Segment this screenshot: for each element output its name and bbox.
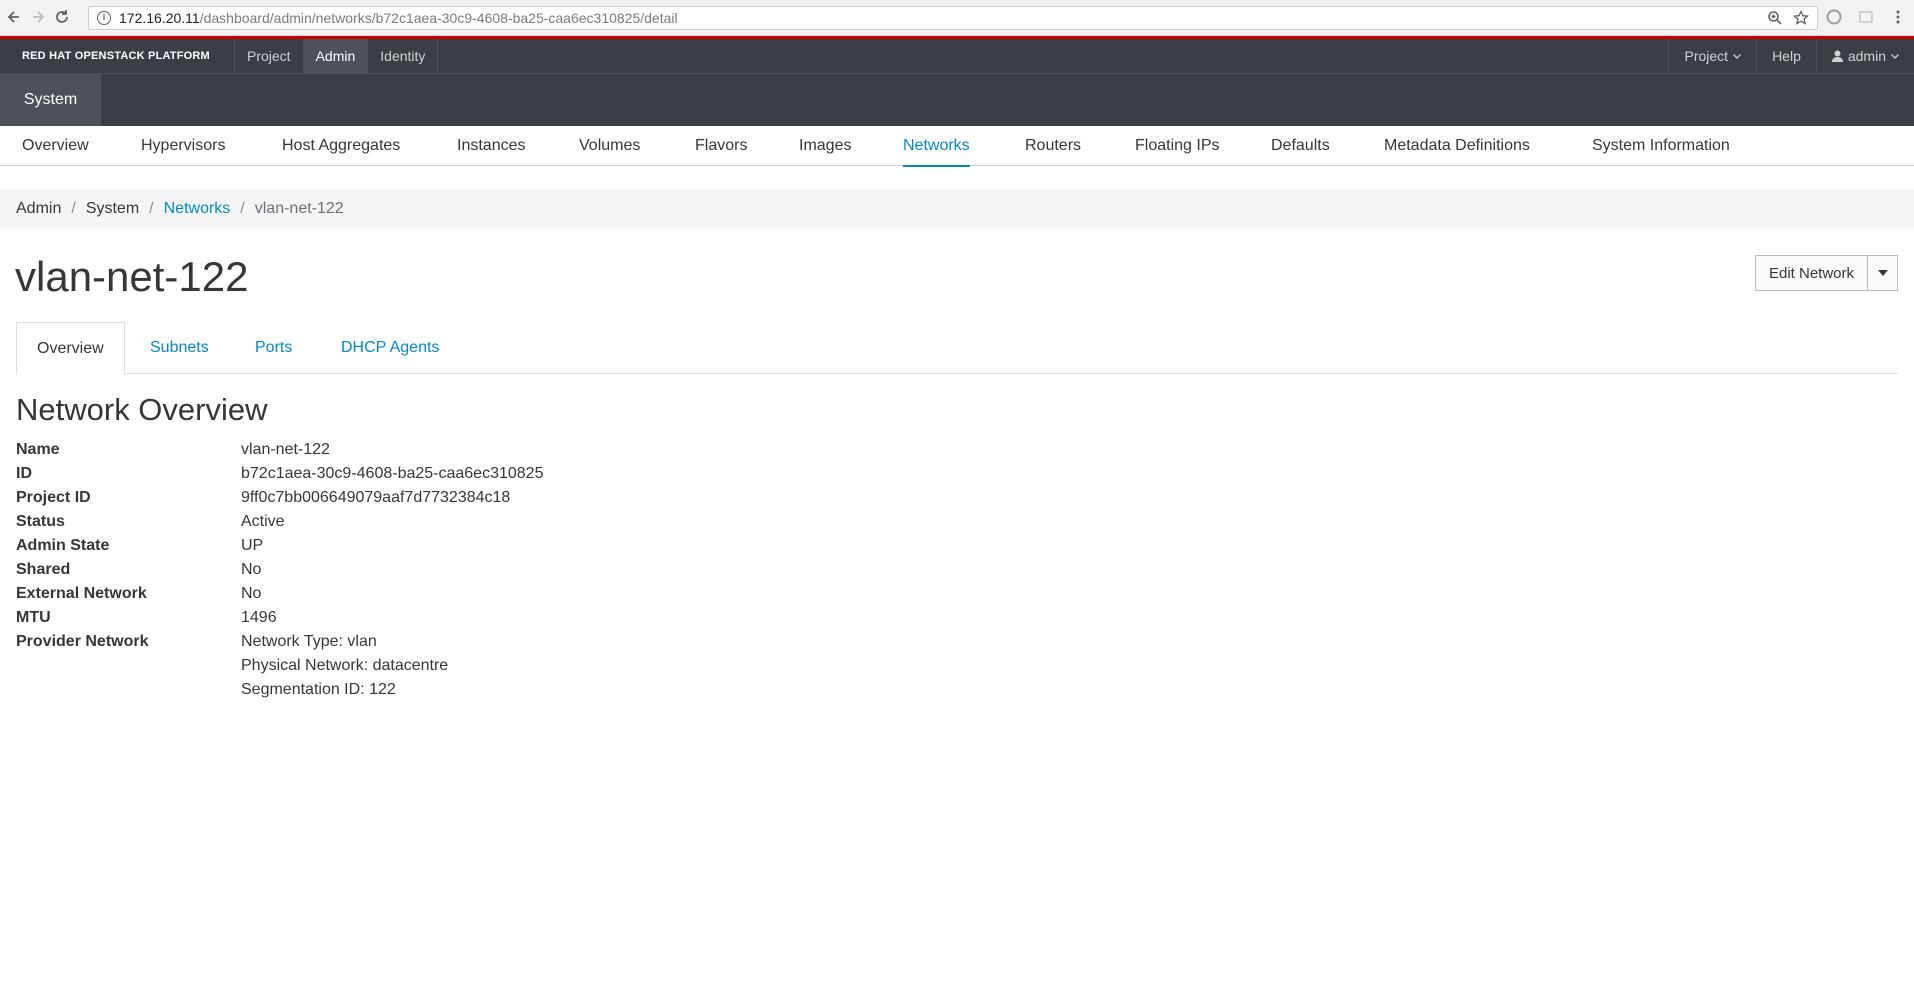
nav-project[interactable]: Project (234, 39, 303, 73)
back-icon[interactable] (4, 7, 24, 27)
breadcrumb-system: System (85, 200, 140, 217)
subnav-overview[interactable]: Overview (22, 126, 89, 166)
caret-down-icon (1877, 270, 1888, 276)
user-menu[interactable]: admin (1815, 39, 1914, 73)
subnav-hypervisors[interactable]: Hypervisors (141, 126, 225, 166)
detail-value: No (241, 561, 262, 578)
subnav-system-information[interactable]: System Information (1592, 126, 1730, 166)
breadcrumb-current: vlan-net-122 (254, 200, 344, 217)
detail-row: External Network No (16, 582, 543, 606)
url-host: 172.16.20.11 (119, 10, 200, 26)
detail-row: ID b72c1aea-30c9-4608-ba25-caa6ec310825 (16, 462, 543, 486)
chevron-down-icon (1733, 53, 1742, 59)
detail-value: Network Type: vlan Physical Network: dat… (241, 630, 448, 702)
detail-value: No (241, 585, 262, 602)
extension-icon[interactable] (1826, 9, 1842, 25)
detail-label: MTU (16, 609, 51, 626)
detail-label: Provider Network (16, 633, 149, 650)
subnav-floating-ips[interactable]: Floating IPs (1135, 126, 1219, 166)
panel-bar: System (0, 73, 1914, 126)
top-nav: Project Admin Identity (234, 39, 439, 73)
nav-identity[interactable]: Identity (367, 39, 439, 73)
detail-row: Project ID 9ff0c7bb006649079aaf7d7732384… (16, 486, 543, 510)
detail-label: Name (16, 441, 60, 458)
subnav-routers[interactable]: Routers (1025, 126, 1081, 166)
browser-toolbar: i 172.16.20.11/dashboard/admin/networks/… (0, 0, 1914, 36)
detail-row: Name vlan-net-122 (16, 438, 543, 462)
detail-label: Shared (16, 561, 71, 578)
subnav-images[interactable]: Images (799, 126, 851, 166)
detail-value: UP (241, 537, 264, 554)
section-title: Network Overview (16, 392, 268, 427)
detail-value: 9ff0c7bb006649079aaf7d7732384c18 (241, 489, 511, 506)
detail-label: Admin State (16, 537, 110, 554)
reload-icon[interactable] (52, 7, 72, 27)
extension-icon-2[interactable] (1858, 9, 1874, 25)
subnav-networks[interactable]: Networks (903, 126, 970, 167)
breadcrumb-admin: Admin (16, 200, 62, 217)
detail-value: 1496 (241, 609, 277, 626)
detail-row: MTU 1496 (16, 606, 543, 630)
detail-row: Provider Network Network Type: vlan Phys… (16, 630, 543, 702)
forward-icon[interactable] (28, 7, 48, 27)
tab-overview[interactable]: Overview (16, 322, 125, 375)
detail-value: vlan-net-122 (241, 441, 330, 458)
user-icon (1831, 50, 1843, 62)
detail-value: b72c1aea-30c9-4608-ba25-caa6ec310825 (241, 465, 544, 482)
help-link[interactable]: Help (1756, 39, 1816, 73)
page-title: vlan-net-122 (15, 253, 249, 300)
menu-dots-icon[interactable] (1890, 9, 1906, 25)
tab-ports[interactable]: Ports (255, 322, 292, 374)
brand-logo[interactable]: RED HAT OPENSTACK PLATFORM (22, 50, 210, 62)
subnav-flavors[interactable]: Flavors (695, 126, 747, 166)
detail-value: Active (241, 513, 285, 530)
address-bar[interactable]: i 172.16.20.11/dashboard/admin/networks/… (88, 6, 1818, 30)
detail-row: Status Active (16, 510, 543, 534)
project-dropdown-label: Project (1684, 48, 1729, 64)
url-path: /dashboard/admin/networks/b72c1aea-30c9-… (199, 10, 678, 26)
tab-subnets[interactable]: Subnets (150, 322, 209, 374)
bookmark-star-icon[interactable] (1793, 10, 1809, 26)
info-icon[interactable]: i (97, 11, 111, 25)
user-name: admin (1847, 48, 1886, 64)
subnav-volumes[interactable]: Volumes (579, 126, 640, 166)
secondary-nav: Overview Hypervisors Host Aggregates Ins… (0, 126, 1914, 167)
subnav-instances[interactable]: Instances (457, 126, 525, 166)
provider-network-type: Network Type: vlan (241, 633, 377, 650)
detail-tabs: Overview Subnets Ports DHCP Agents (16, 322, 1898, 375)
detail-row: Admin State UP (16, 534, 543, 558)
nav-admin[interactable]: Admin (302, 39, 368, 73)
breadcrumb-networks[interactable]: Networks (164, 200, 231, 218)
more-actions-toggle[interactable] (1868, 255, 1898, 291)
subnav-metadata-definitions[interactable]: Metadata Definitions (1384, 126, 1530, 166)
system-tab[interactable]: System (0, 74, 101, 126)
breadcrumb-separator: / (149, 200, 154, 217)
subnav-defaults[interactable]: Defaults (1271, 126, 1330, 166)
top-navbar: RED HAT OPENSTACK PLATFORM Project Admin… (0, 36, 1914, 73)
tab-dhcp-agents[interactable]: DHCP Agents (341, 322, 439, 374)
provider-segmentation-id: Segmentation ID: 122 (241, 681, 396, 698)
project-dropdown[interactable]: Project (1668, 39, 1756, 73)
detail-label: Project ID (16, 489, 91, 506)
detail-label: External Network (16, 585, 147, 602)
detail-label: ID (16, 465, 32, 482)
breadcrumb: Admin / System / Networks / vlan-net-122 (0, 189, 1914, 229)
provider-physical-network: Physical Network: datacentre (241, 657, 449, 674)
right-nav: Project Help admin (1668, 39, 1914, 73)
chevron-down-icon (1891, 53, 1899, 59)
zoom-icon[interactable] (1767, 10, 1783, 26)
detail-row: Shared No (16, 558, 543, 582)
edit-network-button[interactable]: Edit Network (1754, 255, 1868, 291)
breadcrumb-separator: / (71, 200, 76, 217)
subnav-host-aggregates[interactable]: Host Aggregates (282, 126, 400, 166)
breadcrumb-separator: / (240, 200, 245, 217)
detail-label: Status (16, 513, 65, 530)
network-details: Name vlan-net-122 ID b72c1aea-30c9-4608-… (16, 438, 543, 702)
action-button-group: Edit Network (1754, 255, 1898, 291)
